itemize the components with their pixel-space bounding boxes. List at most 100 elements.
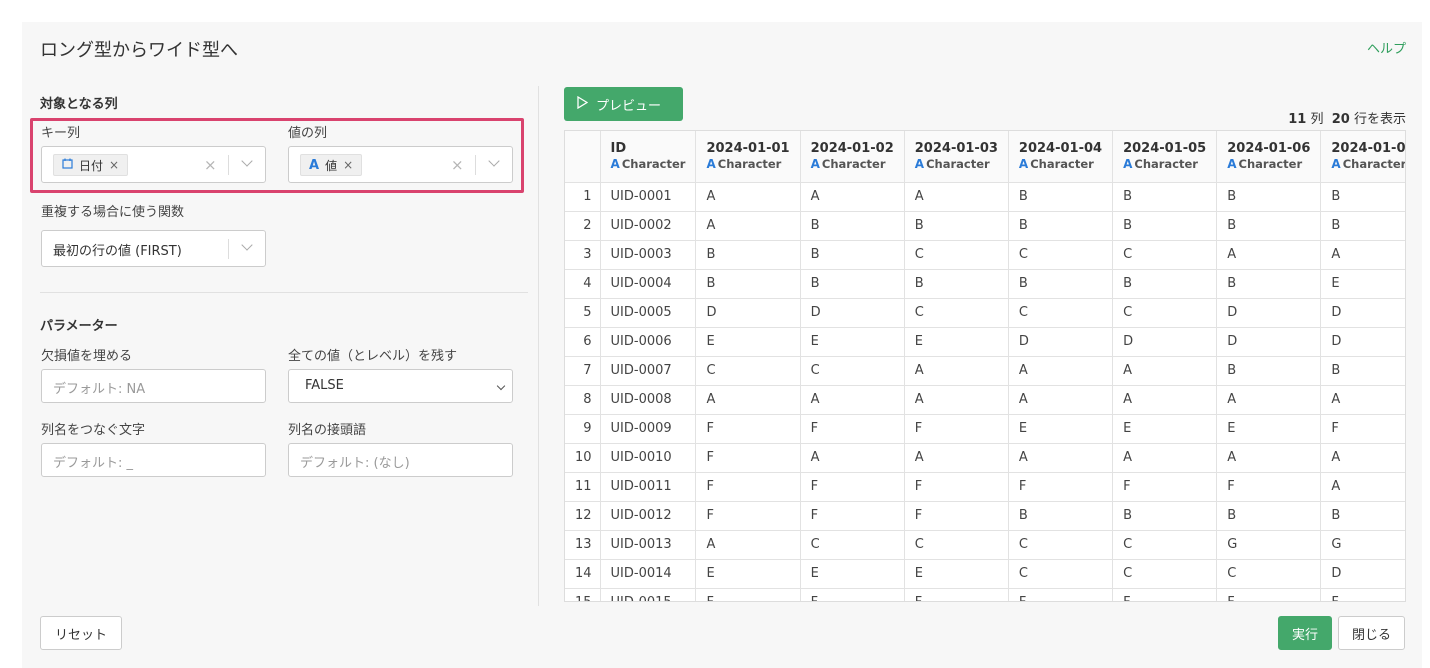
table-row: 2UID-0002ABBBBBBB bbox=[565, 211, 1405, 241]
table-cell: UID-0006 bbox=[600, 327, 697, 357]
table-cell: F bbox=[695, 414, 801, 444]
column-header[interactable]: 2024-01-01 A Character bbox=[695, 131, 801, 183]
column-type: A Character bbox=[1331, 157, 1406, 172]
table-cell: C bbox=[1008, 298, 1114, 328]
table-cell: UID-0013 bbox=[600, 530, 697, 560]
value-column-select[interactable]: A 値 × × bbox=[288, 146, 513, 183]
table-cell: F bbox=[1008, 472, 1114, 502]
column-header[interactable]: 2024-01-05 A Character bbox=[1112, 131, 1218, 183]
table-cell: A bbox=[1216, 240, 1322, 270]
column-type: A Character bbox=[915, 157, 998, 171]
row-number: 4 bbox=[565, 269, 601, 299]
column-type-label: Character bbox=[1134, 157, 1198, 172]
table-cell: F bbox=[800, 414, 905, 444]
table-cell: A bbox=[1112, 356, 1218, 386]
column-type-label: Character bbox=[1238, 157, 1303, 172]
table-cell: F bbox=[800, 501, 905, 531]
play-icon bbox=[577, 95, 589, 113]
key-column-label: キー列 bbox=[41, 126, 81, 141]
row-number: 8 bbox=[565, 385, 601, 415]
reset-button[interactable]: リセット bbox=[40, 616, 122, 650]
table-cell: E bbox=[1112, 414, 1218, 444]
table-cell: D bbox=[800, 298, 905, 328]
prefix-input[interactable]: デフォルト: (なし) bbox=[288, 443, 513, 477]
help-link[interactable]: ヘルプ bbox=[1367, 38, 1406, 57]
column-type: A Character bbox=[1227, 157, 1310, 171]
table-cell: UID-0010 bbox=[600, 443, 697, 473]
close-button[interactable]: 閉じる bbox=[1338, 616, 1405, 650]
table-cell: A bbox=[1320, 443, 1405, 473]
table-cell: B bbox=[904, 269, 1009, 299]
keep-all-value: FALSE bbox=[305, 378, 344, 393]
separator-input[interactable]: デフォルト: _ bbox=[41, 443, 266, 477]
table-cell: A bbox=[1320, 240, 1405, 270]
row-number: 13 bbox=[565, 530, 601, 560]
table-cell: E bbox=[695, 559, 801, 589]
duplicate-function-value: 最初の行の値 (FIRST) bbox=[53, 244, 182, 259]
row-number: 14 bbox=[565, 559, 601, 589]
separator-label: 列名をつなぐ文字 bbox=[41, 423, 146, 438]
preview-table-container[interactable]: ID A Character 2024-01-01 A Character 2024-01-… bbox=[564, 130, 1406, 602]
key-column-tag-label: 日付 bbox=[79, 158, 104, 173]
column-header-name: 2024-01-07 bbox=[1331, 141, 1406, 157]
section-divider bbox=[40, 292, 528, 293]
table-cell: E bbox=[904, 559, 1009, 589]
key-column-select[interactable]: 日付 × × bbox=[41, 146, 266, 183]
target-columns-heading: 対象となる列 bbox=[40, 97, 118, 112]
preview-button[interactable]: プレビュー bbox=[564, 87, 683, 121]
table-size-summary: 11 列 20 行を表示 bbox=[1288, 108, 1406, 127]
column-header[interactable]: 2024-01-06 A Character bbox=[1216, 131, 1322, 183]
keep-all-select[interactable]: FALSE bbox=[288, 369, 513, 403]
value-tag-remove-icon[interactable]: × bbox=[343, 158, 353, 172]
table-cell: D bbox=[1216, 298, 1322, 328]
value-separator bbox=[475, 155, 476, 175]
table-cell: A bbox=[1216, 385, 1322, 415]
table-cell: F bbox=[1216, 472, 1322, 502]
table-cell: E bbox=[695, 327, 801, 357]
table-cell: A bbox=[695, 385, 801, 415]
table-cell: B bbox=[1112, 501, 1218, 531]
key-tag-remove-icon[interactable]: × bbox=[109, 158, 119, 172]
value-column-tag: A 値 × bbox=[300, 154, 363, 176]
column-unit: 列 bbox=[1310, 112, 1324, 127]
table-body: 1UID-0001AAABBBBC2UID-0002ABBBBBBB3UID-0… bbox=[565, 182, 1405, 601]
dialog-title: ロング型からワイド型へ bbox=[40, 40, 238, 61]
duplicate-chevron-down-icon[interactable] bbox=[241, 239, 253, 251]
column-header-name: 2024-01-02 bbox=[810, 141, 894, 157]
column-header[interactable]: 2024-01-02 A Character bbox=[800, 131, 905, 183]
column-header-name: 2024-01-03 bbox=[914, 141, 998, 157]
column-type-label: Character bbox=[621, 157, 686, 172]
table-cell: A bbox=[904, 182, 1009, 212]
column-type: A Character bbox=[706, 157, 789, 171]
table-cell: D bbox=[1320, 559, 1405, 589]
table-cell: UID-0004 bbox=[600, 269, 697, 299]
column-header[interactable]: 2024-01-03 A Character bbox=[904, 131, 1009, 183]
column-header[interactable]: ID A Character bbox=[600, 131, 697, 183]
table-cell: B bbox=[1320, 356, 1405, 386]
column-type-label: Character bbox=[1342, 157, 1406, 172]
row-number: 7 bbox=[565, 356, 601, 386]
key-chevron-down-icon[interactable] bbox=[241, 155, 253, 167]
duplicate-function-select[interactable]: 最初の行の値 (FIRST) bbox=[41, 230, 266, 267]
table-cell: B bbox=[800, 211, 905, 241]
value-clear-icon[interactable]: × bbox=[451, 156, 464, 174]
table-cell: B bbox=[1216, 356, 1322, 386]
preview-table: ID A Character 2024-01-01 A Character 2024-01-… bbox=[565, 131, 1406, 601]
value-chevron-down-icon[interactable] bbox=[488, 155, 500, 167]
table-cell: E bbox=[904, 327, 1009, 357]
table-cell: A bbox=[800, 182, 905, 212]
table-row: 9UID-0009FFFEEEFF bbox=[565, 414, 1405, 444]
table-cell: UID-0012 bbox=[600, 501, 697, 531]
table-cell: C bbox=[1216, 559, 1322, 589]
row-number: 6 bbox=[565, 327, 601, 357]
table-row: 8UID-0008AAAAAAAA bbox=[565, 385, 1405, 415]
table-cell: C bbox=[695, 356, 801, 386]
table-cell: UID-0005 bbox=[600, 298, 697, 328]
column-header[interactable]: 2024-01-04 A Character bbox=[1008, 131, 1114, 183]
key-clear-icon[interactable]: × bbox=[204, 156, 217, 174]
column-header[interactable]: 2024-01-07ACharacter bbox=[1320, 131, 1406, 183]
table-row: 5UID-0005DDCCCDDD bbox=[565, 298, 1405, 328]
run-button[interactable]: 実行 bbox=[1278, 616, 1332, 650]
table-cell: G bbox=[1216, 530, 1322, 560]
fill-missing-input[interactable]: デフォルト: NA bbox=[41, 369, 266, 403]
